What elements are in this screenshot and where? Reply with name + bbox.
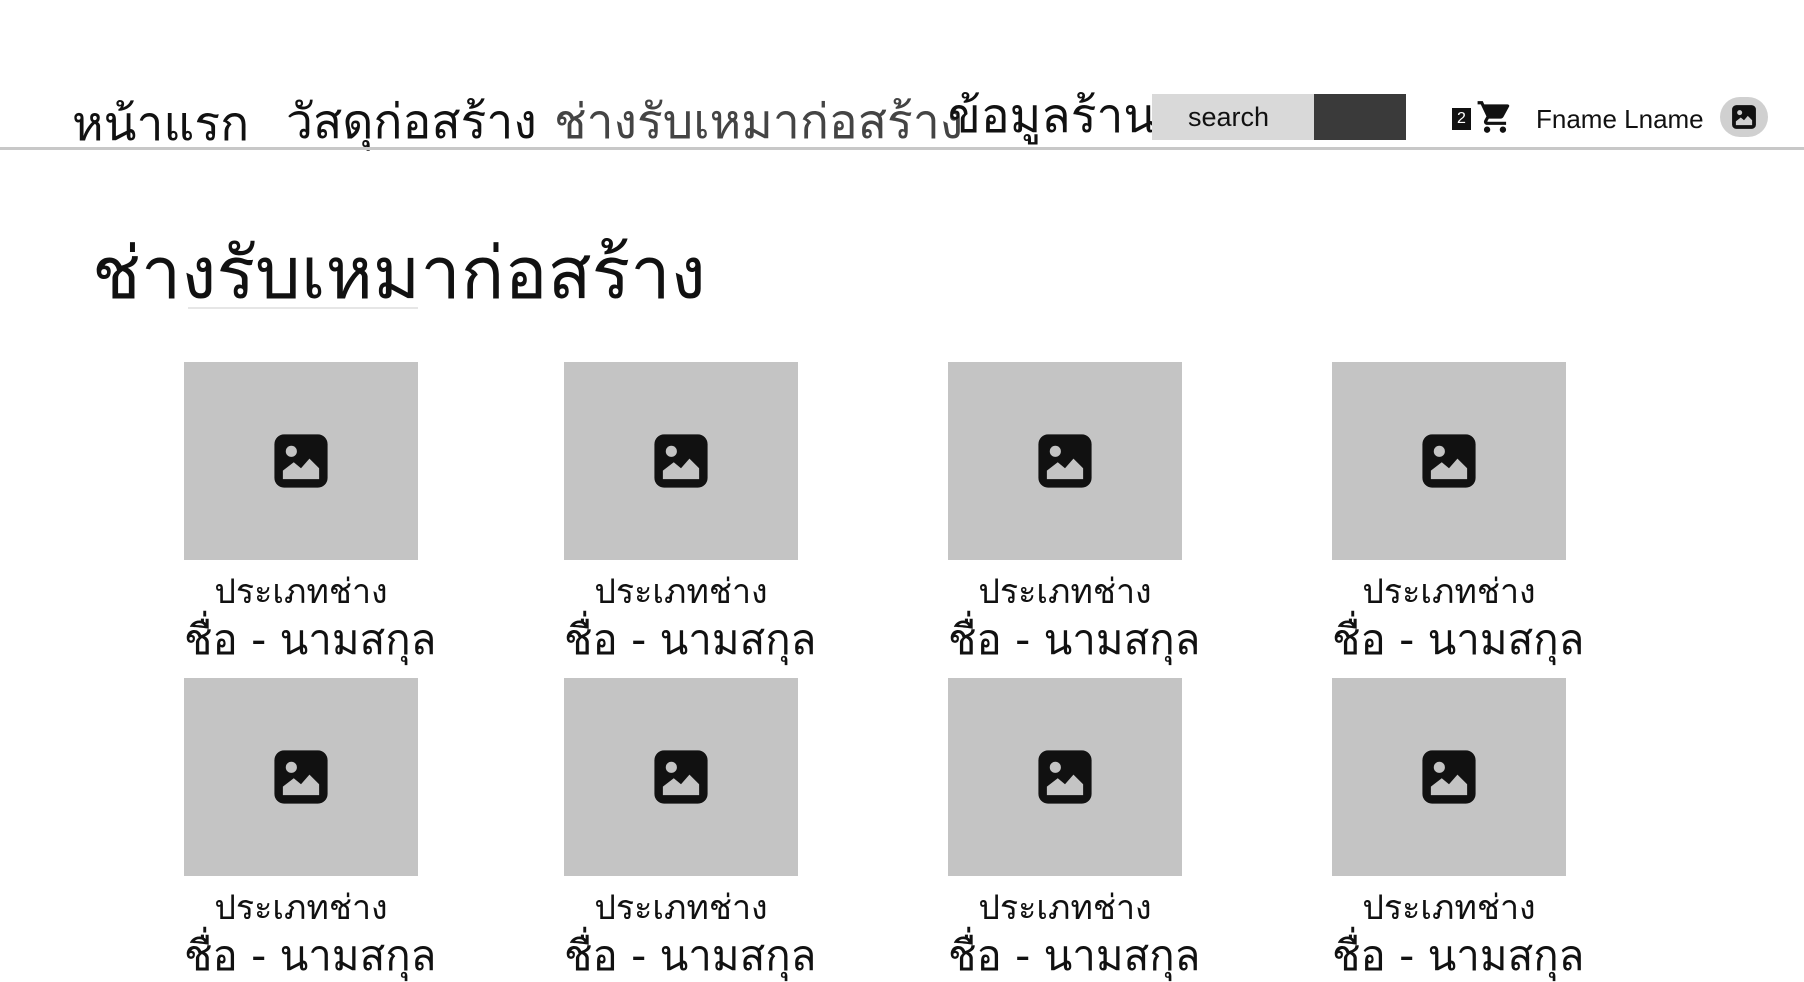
contractor-name: ชื่อ - นามสกุล xyxy=(1332,931,1585,980)
contractor-type: ประเภทช่าง xyxy=(1362,888,1536,928)
contractor-type: ประเภทช่าง xyxy=(978,888,1152,928)
contractor-name: ชื่อ - นามสกุล xyxy=(948,615,1201,664)
nav-item-materials[interactable]: วัสดุก่อสร้าง xyxy=(286,90,537,154)
user-name: Fname Lname xyxy=(1536,104,1704,134)
cart-count-badge: 2 xyxy=(1452,108,1471,130)
contractor-name: ชื่อ - นามสกุล xyxy=(1332,615,1585,664)
image-icon xyxy=(1422,434,1476,488)
contractor-name: ชื่อ - นามสกุล xyxy=(184,615,437,664)
search-input[interactable] xyxy=(1152,94,1314,140)
contractor-card[interactable]: ประเภทช่าง ชื่อ - นามสกุล xyxy=(948,362,1200,664)
contractor-name: ชื่อ - นามสกุล xyxy=(564,931,817,980)
contractor-card[interactable]: ประเภทช่าง ชื่อ - นามสกุล xyxy=(564,362,816,664)
contractor-card[interactable]: ประเภทช่าง ชื่อ - นามสกุล xyxy=(1332,678,1584,980)
cart-icon xyxy=(1477,101,1510,133)
image-icon xyxy=(1038,434,1092,488)
image-icon xyxy=(654,750,708,804)
image-icon xyxy=(1732,105,1756,129)
nav-item-store-info[interactable]: ข้อมูลร้าน xyxy=(948,84,1156,148)
contractor-card[interactable]: ประเภทช่าง ชื่อ - นามสกุล xyxy=(184,362,436,664)
image-icon xyxy=(274,434,328,488)
contractor-photo xyxy=(564,678,798,876)
contractor-photo xyxy=(1332,362,1566,560)
nav-divider xyxy=(0,147,1804,150)
contractor-photo xyxy=(1332,678,1566,876)
contractor-photo xyxy=(948,678,1182,876)
contractor-type: ประเภทช่าง xyxy=(1362,572,1536,612)
title-underline xyxy=(188,307,418,309)
contractor-photo xyxy=(564,362,798,560)
contractor-photo xyxy=(184,362,418,560)
contractor-photo xyxy=(184,678,418,876)
contractor-card[interactable]: ประเภทช่าง ชื่อ - นามสกุล xyxy=(948,678,1200,980)
contractor-type: ประเภทช่าง xyxy=(214,572,388,612)
contractor-type: ประเภทช่าง xyxy=(214,888,388,928)
page-title: ช่างรับเหมาก่อสร้าง xyxy=(92,231,706,315)
image-icon xyxy=(274,750,328,804)
top-navigation: หน้าแรก วัสดุก่อสร้าง ช่างรับเหมาก่อสร้า… xyxy=(0,0,1804,152)
contractor-card[interactable]: ประเภทช่าง ชื่อ - นามสกุล xyxy=(564,678,816,980)
image-icon xyxy=(1038,750,1092,804)
contractor-name: ชื่อ - นามสกุล xyxy=(184,931,437,980)
contractor-type: ประเภทช่าง xyxy=(594,888,768,928)
contractor-type: ประเภทช่าง xyxy=(978,572,1152,612)
contractor-type: ประเภทช่าง xyxy=(594,572,768,612)
image-icon xyxy=(1422,750,1476,804)
contractor-photo xyxy=(948,362,1182,560)
contractor-card[interactable]: ประเภทช่าง ชื่อ - นามสกุล xyxy=(184,678,436,980)
nav-item-contractors[interactable]: ช่างรับเหมาก่อสร้าง xyxy=(554,90,963,154)
contractor-name: ชื่อ - นามสกุล xyxy=(948,931,1201,980)
contractor-name: ชื่อ - นามสกุล xyxy=(564,615,817,664)
contractor-card[interactable]: ประเภทช่าง ชื่อ - นามสกุล xyxy=(1332,362,1584,664)
search-button[interactable] xyxy=(1314,94,1406,140)
cart-button[interactable]: 2 xyxy=(1452,98,1514,138)
avatar[interactable] xyxy=(1720,97,1768,137)
image-icon xyxy=(654,434,708,488)
